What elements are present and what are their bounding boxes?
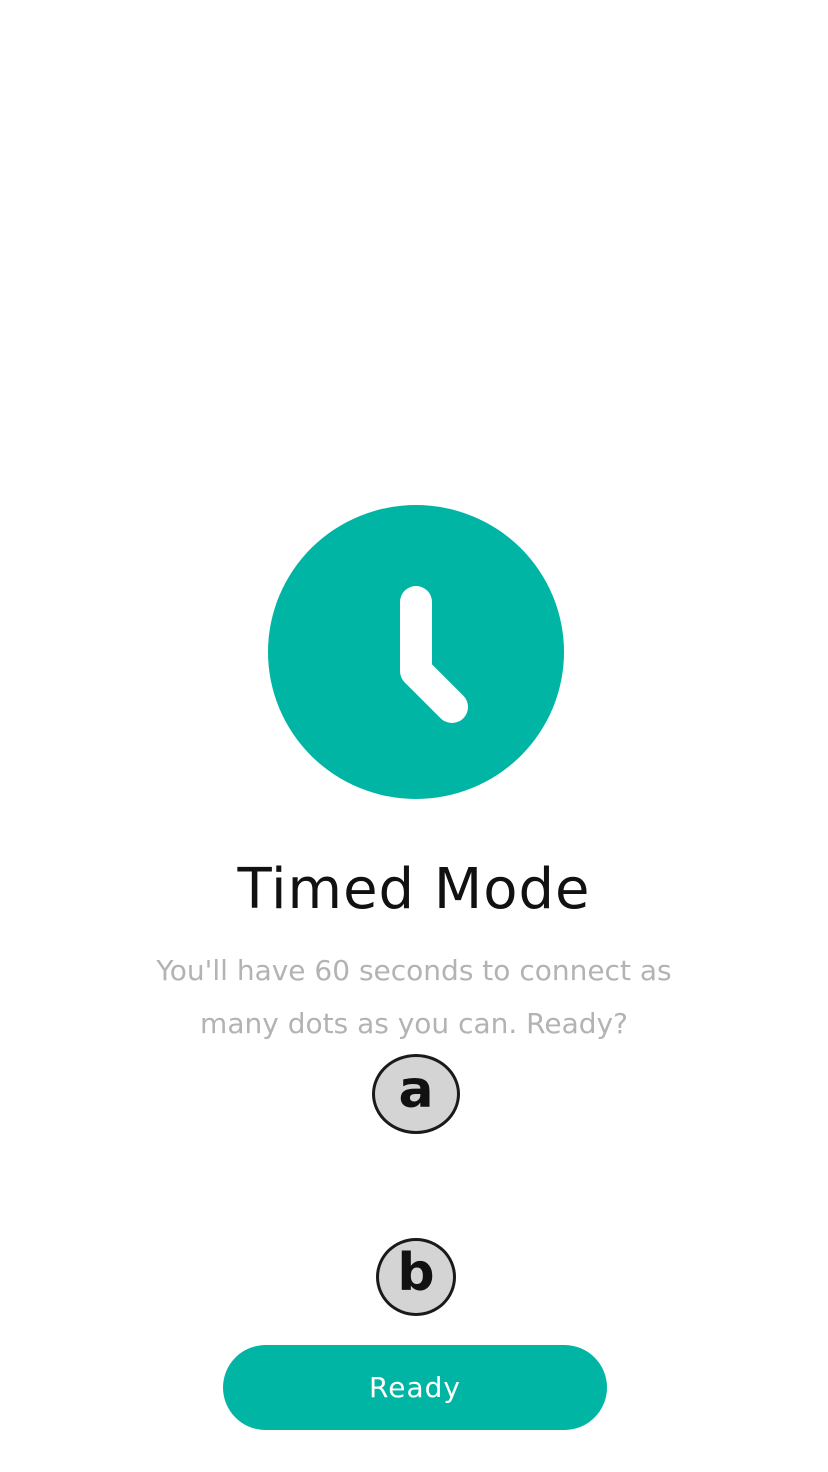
mode-description: You'll have 60 seconds to connect as man… xyxy=(156,954,672,1040)
annotation-marker-a: a xyxy=(372,1054,460,1134)
clock-icon xyxy=(268,505,564,799)
page-title: Timed Mode xyxy=(237,857,591,922)
annotation-marker-b: b xyxy=(376,1238,456,1316)
annotation-marker-a-label: a xyxy=(398,1060,434,1120)
ready-button[interactable]: Ready xyxy=(223,1345,607,1430)
annotation-marker-b-label: b xyxy=(397,1243,435,1303)
